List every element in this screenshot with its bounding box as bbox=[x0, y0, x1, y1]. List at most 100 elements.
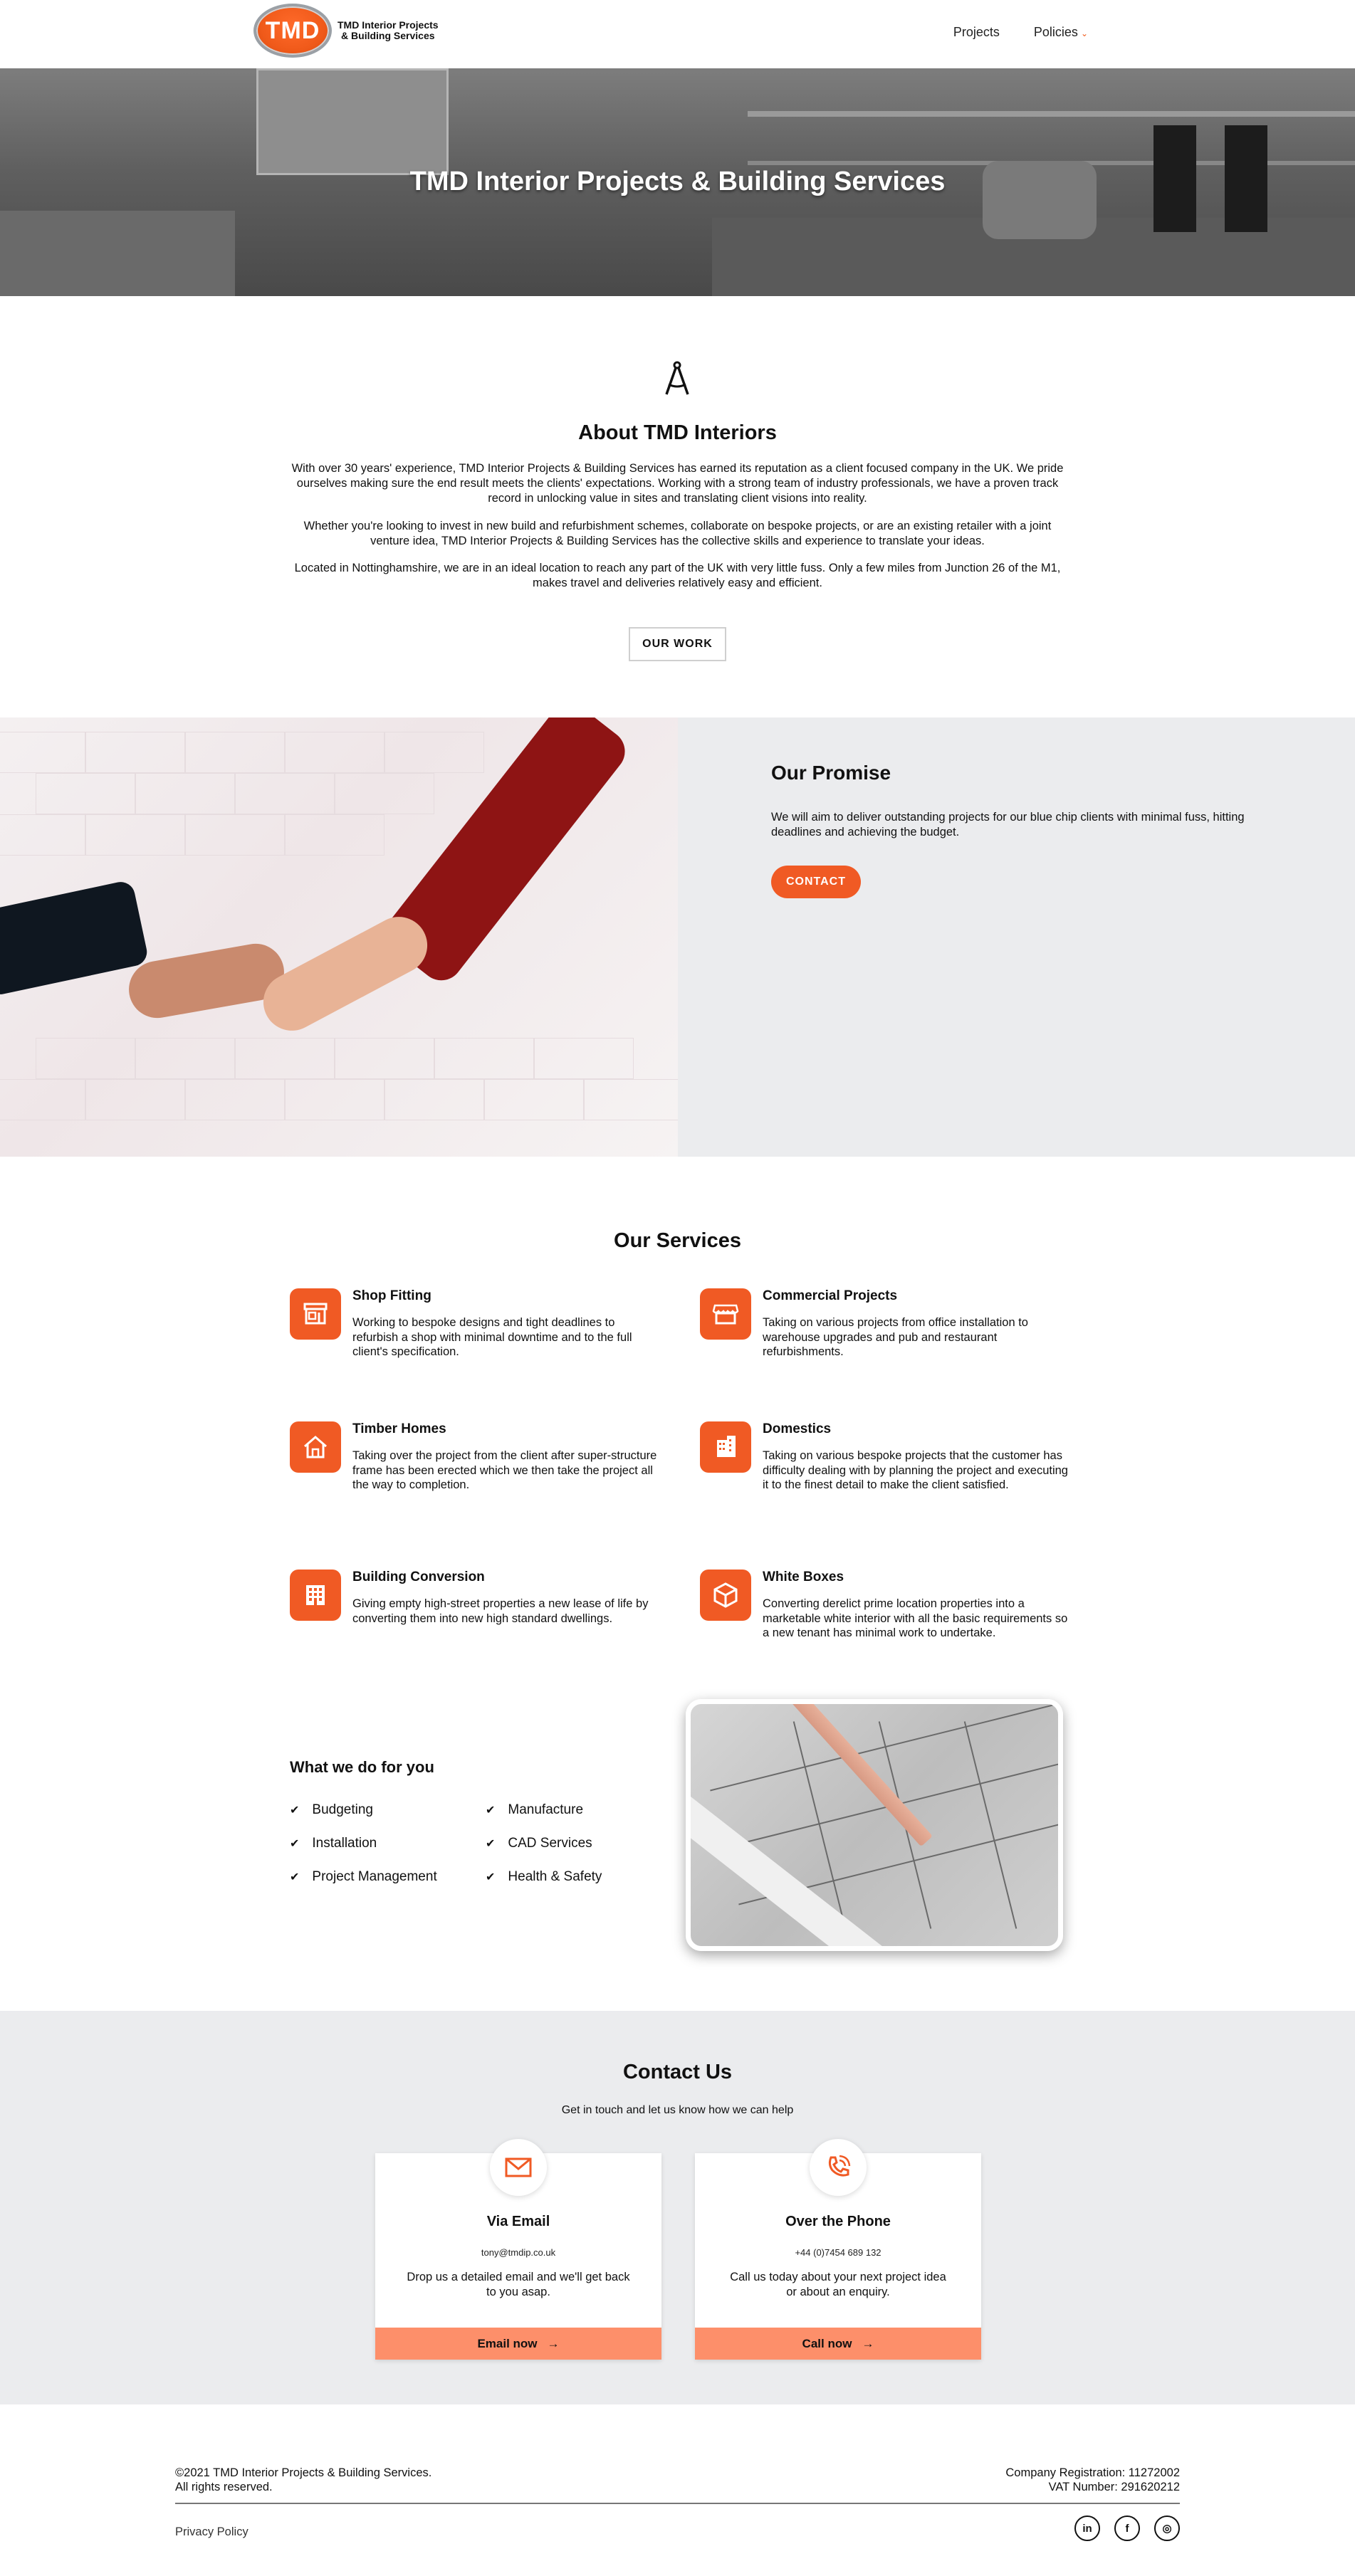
phone-number[interactable]: +44 (0)7454 689 132 bbox=[695, 2247, 981, 2258]
service-desc: Taking on various bespoke projects that … bbox=[763, 1449, 1068, 1491]
copyright: ©2021 TMD Interior Projects & Building S… bbox=[175, 2466, 431, 2494]
social-links: in f ◎ bbox=[1074, 2515, 1180, 2541]
linkedin-icon[interactable]: in bbox=[1074, 2515, 1100, 2541]
phone-icon bbox=[810, 2139, 867, 2196]
nav-policies[interactable]: Policies ⌄ bbox=[1034, 25, 1088, 40]
contact-title: Contact Us bbox=[622, 2061, 733, 2083]
privacy-policy-link[interactable]: Privacy Policy bbox=[175, 2525, 248, 2539]
service-desc: Converting derelict prime location prope… bbox=[763, 1597, 1068, 1639]
site-footer: ©2021 TMD Interior Projects & Building S… bbox=[0, 2404, 1355, 2576]
list-item: ✔ Health & Safety bbox=[486, 1869, 602, 1885]
service-desc: Working to bespoke designs and tight dea… bbox=[352, 1316, 632, 1358]
vat-number: VAT Number: 291620212 bbox=[1048, 2481, 1180, 2493]
nav-projects-label: Projects bbox=[953, 25, 1000, 39]
check-icon: ✔ bbox=[486, 1804, 496, 1817]
box-icon bbox=[700, 1570, 751, 1621]
copyright-line-1: ©2021 TMD Interior Projects & Building S… bbox=[175, 2466, 432, 2479]
hero-bg-shelf bbox=[748, 111, 1355, 117]
list-item-label: Installation bbox=[312, 1836, 377, 1851]
list-item: ✔ CAD Services bbox=[486, 1836, 592, 1851]
check-icon: ✔ bbox=[290, 1871, 300, 1883]
hero-bg-frame bbox=[256, 68, 449, 175]
contact-subtitle: Get in touch and let us know how we can … bbox=[561, 2104, 794, 2116]
envelope-icon bbox=[490, 2139, 547, 2196]
logo-mark: TMD bbox=[253, 4, 332, 58]
email-address[interactable]: tony@tmdip.co.uk bbox=[375, 2247, 661, 2258]
blueprint-image bbox=[686, 1699, 1063, 1951]
list-item-label: Manufacture bbox=[508, 1802, 584, 1817]
nav-policies-label: Policies bbox=[1033, 25, 1078, 39]
main-nav: Projects Policies ⌄ bbox=[953, 25, 1088, 40]
copyright-line-2: All rights reserved. bbox=[175, 2481, 273, 2493]
handshake-image bbox=[0, 717, 678, 1157]
service-desc: Taking over the project from the client … bbox=[352, 1449, 657, 1491]
contact-section: Contact Us Get in touch and let us know … bbox=[0, 2011, 1355, 2404]
card-title: Over the Phone bbox=[785, 2214, 891, 2229]
promise-text: We will aim to deliver outstanding proje… bbox=[771, 811, 1245, 838]
promise-section: Our Promise We will aim to deliver outst… bbox=[0, 717, 1355, 1157]
hero-bg-sofa bbox=[0, 211, 235, 296]
about-section: About TMD Interiors With over 30 years' … bbox=[0, 296, 1355, 717]
logo-text: TMD Interior Projects & Building Service… bbox=[338, 20, 439, 41]
site-header: TMD TMD Interior Projects & Building Ser… bbox=[0, 0, 1355, 68]
about-paragraph: Located in Nottinghamshire, we are in an… bbox=[294, 562, 1061, 589]
logo-line-1: TMD Interior Projects bbox=[338, 19, 439, 31]
chevron-down-icon: ⌄ bbox=[1080, 28, 1088, 38]
list-item-label: Project Management bbox=[312, 1869, 437, 1884]
service-title: Shop Fitting bbox=[352, 1288, 431, 1303]
list-item: ✔ Manufacture bbox=[486, 1802, 583, 1818]
apartment-icon bbox=[700, 1421, 751, 1473]
instagram-icon[interactable]: ◎ bbox=[1154, 2515, 1180, 2541]
our-work-button[interactable]: OUR WORK bbox=[629, 627, 726, 661]
check-icon: ✔ bbox=[290, 1804, 300, 1817]
services-title: Our Services bbox=[614, 1229, 741, 1252]
email-now-button[interactable]: Email now → bbox=[375, 2328, 661, 2360]
service-title: Building Conversion bbox=[352, 1570, 485, 1584]
call-now-label: Call now bbox=[802, 2336, 852, 2350]
about-paragraph: Whether you're looking to invest in new … bbox=[303, 520, 1052, 547]
contact-button[interactable]: CONTACT bbox=[771, 866, 861, 898]
building-icon bbox=[290, 1570, 341, 1621]
about-title: About TMD Interiors bbox=[578, 421, 777, 444]
shop-fitting-icon bbox=[290, 1288, 341, 1340]
card-title: Via Email bbox=[486, 2214, 550, 2229]
service-desc: Giving empty high-street properties a ne… bbox=[352, 1597, 649, 1625]
company-registration: Company Registration: 11272002 bbox=[1005, 2466, 1180, 2479]
list-item-label: Health & Safety bbox=[508, 1869, 602, 1884]
house-icon bbox=[290, 1421, 341, 1473]
call-now-button[interactable]: Call now → bbox=[695, 2328, 981, 2360]
about-paragraph: With over 30 years' experience, TMD Inte… bbox=[291, 462, 1064, 505]
arrow-right-icon: → bbox=[862, 2336, 874, 2350]
list-item: ✔ Installation bbox=[290, 1836, 377, 1851]
list-item: ✔ Budgeting bbox=[290, 1802, 373, 1818]
promise-panel: Our Promise We will aim to deliver outst… bbox=[678, 717, 1355, 1157]
contact-card-email: Via Email tony@tmdip.co.uk Drop us a det… bbox=[375, 2139, 661, 2360]
drafting-compass-icon bbox=[665, 361, 689, 395]
check-icon: ✔ bbox=[290, 1838, 300, 1850]
service-title: Domestics bbox=[763, 1421, 832, 1436]
page: TMD TMD Interior Projects & Building Ser… bbox=[0, 0, 1355, 2576]
company-info: Company Registration: 11272002 VAT Numbe… bbox=[1005, 2466, 1180, 2494]
facebook-icon[interactable]: f bbox=[1114, 2515, 1140, 2541]
arrow-right-icon: → bbox=[547, 2336, 560, 2350]
nav-projects[interactable]: Projects bbox=[953, 25, 1000, 40]
check-icon: ✔ bbox=[486, 1838, 496, 1850]
promise-title: Our Promise bbox=[771, 762, 891, 784]
hero-banner: TMD Interior Projects & Building Service… bbox=[0, 68, 1355, 296]
logo-line-2: & Building Services bbox=[341, 30, 435, 41]
hero-title: TMD Interior Projects & Building Service… bbox=[409, 167, 946, 196]
list-item: ✔ Project Management bbox=[290, 1869, 437, 1885]
list-item-label: Budgeting bbox=[312, 1802, 373, 1817]
service-title: White Boxes bbox=[763, 1570, 844, 1584]
contact-card-phone: Over the Phone +44 (0)7454 689 132 Call … bbox=[695, 2139, 981, 2360]
list-item-label: CAD Services bbox=[508, 1836, 592, 1851]
what-we-do-title: What we do for you bbox=[290, 1758, 434, 1776]
service-title: Timber Homes bbox=[352, 1421, 446, 1436]
storefront-icon bbox=[700, 1288, 751, 1340]
services-section: Our Services Shop Fitting Working to bes… bbox=[0, 1157, 1355, 2011]
service-title: Commercial Projects bbox=[763, 1288, 898, 1303]
service-desc: Taking on various projects from office i… bbox=[763, 1316, 1028, 1358]
logo[interactable]: TMD TMD Interior Projects & Building Ser… bbox=[253, 4, 439, 58]
footer-divider bbox=[175, 2503, 1180, 2504]
check-icon: ✔ bbox=[486, 1871, 496, 1883]
